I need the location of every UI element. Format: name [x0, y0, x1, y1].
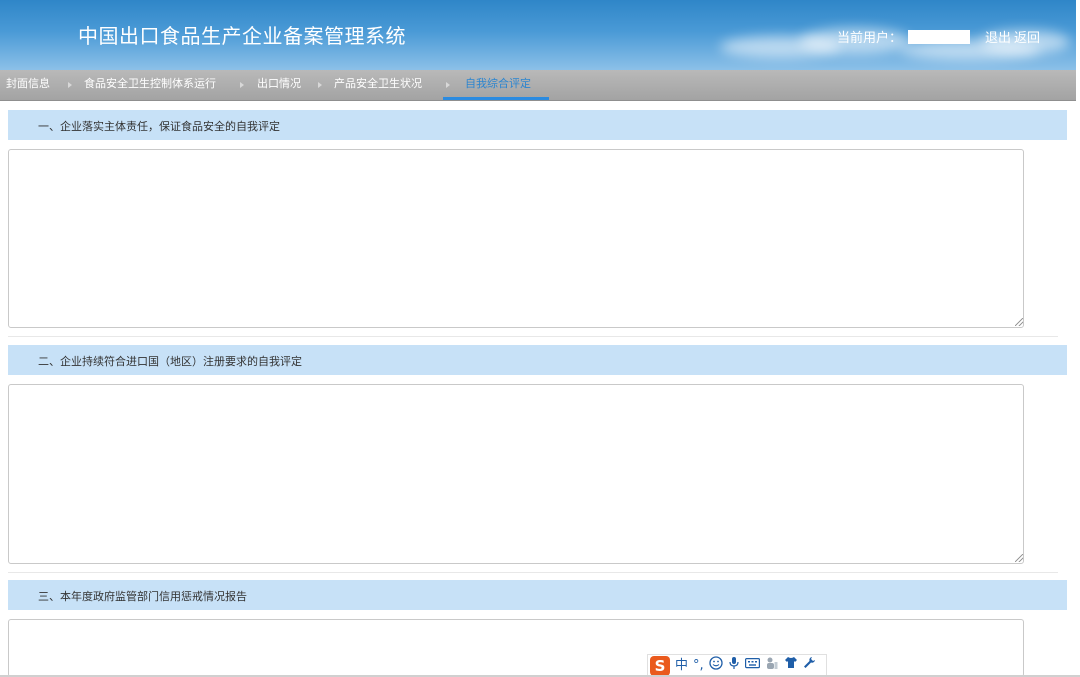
logout-link[interactable]: 退出 — [985, 27, 1011, 46]
user-area: 当前用户： 退出 返回 — [837, 27, 1040, 46]
tab-self-assessment[interactable]: 自我综合评定 — [465, 70, 531, 100]
sogou-logo-icon[interactable]: S — [650, 656, 670, 676]
tab-separator — [68, 82, 72, 88]
tab-cover-info[interactable]: 封面信息 — [6, 70, 50, 100]
tab-safety-control-system[interactable]: 食品安全卫生控制体系运行 — [84, 70, 216, 100]
section-divider — [8, 572, 1058, 573]
active-tab-indicator — [443, 97, 549, 100]
resize-grip-icon[interactable] — [1015, 554, 1023, 562]
username-redacted — [907, 29, 970, 44]
ime-mode-toggle[interactable]: 中 — [675, 656, 688, 676]
header-banner: 中国出口食品生产企业备案管理系统 当前用户： 退出 返回 — [0, 0, 1076, 70]
app-title: 中国出口食品生产企业备案管理系统 — [78, 24, 406, 48]
section-header-3: 三、本年度政府监管部门信用惩戒情况报告 — [8, 580, 1067, 610]
resize-grip-icon[interactable] — [1015, 318, 1023, 326]
section-title-2: 二、企业持续符合进口国（地区）注册要求的自我评定 — [38, 355, 302, 368]
microphone-icon[interactable] — [728, 656, 740, 677]
current-user-label: 当前用户： — [836, 31, 902, 46]
keyboard-icon[interactable] — [744, 656, 760, 676]
smiley-icon[interactable] — [709, 655, 723, 677]
back-link[interactable]: 返回 — [1014, 27, 1040, 46]
handwriting-icon[interactable] — [765, 656, 779, 677]
ime-toolbar: S 中 °, — [647, 654, 827, 677]
section-3-textarea[interactable] — [8, 619, 1024, 677]
tab-separator — [446, 82, 450, 88]
section-header-1: 一、企业落实主体责任，保证食品安全的自我评定 — [8, 110, 1067, 140]
tab-export-status[interactable]: 出口情况 — [257, 70, 301, 100]
shirt-icon[interactable] — [784, 656, 798, 676]
tab-separator — [318, 82, 322, 88]
wrench-icon[interactable] — [803, 656, 816, 676]
tab-product-safety[interactable]: 产品安全卫生状况 — [334, 70, 422, 100]
section-2-textarea[interactable] — [8, 384, 1024, 564]
section-title-3: 三、本年度政府监管部门信用惩戒情况报告 — [38, 590, 247, 603]
tab-separator — [240, 82, 244, 88]
ime-punctuation-toggle[interactable]: °, — [693, 656, 704, 676]
app-window: 中国出口食品生产企业备案管理系统 当前用户： 退出 返回 封面信息 食品安全卫生… — [0, 0, 1080, 677]
section-1-textarea[interactable] — [8, 149, 1024, 328]
section-divider — [8, 336, 1058, 337]
section-header-2: 二、企业持续符合进口国（地区）注册要求的自我评定 — [8, 345, 1067, 375]
section-title-1: 一、企业落实主体责任，保证食品安全的自我评定 — [38, 120, 280, 133]
